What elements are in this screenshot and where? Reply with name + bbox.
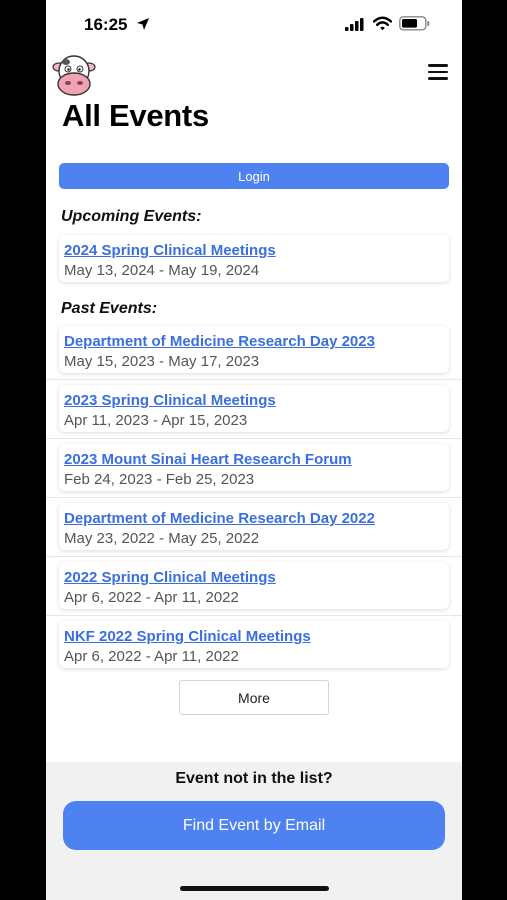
event-dates: Apr 6, 2022 - Apr 11, 2022 (64, 589, 239, 606)
upcoming-events-heading: Upcoming Events: (61, 208, 202, 225)
wifi-icon (373, 16, 392, 31)
status-bar: 16:25 (46, 0, 462, 50)
event-card-past-0: Department of Medicine Research Day 2023… (59, 326, 449, 373)
status-time: 16:25 (84, 15, 128, 34)
list-separator (46, 615, 462, 616)
cellular-signal-icon (345, 18, 364, 31)
event-link[interactable]: NKF 2022 Spring Clinical Meetings (64, 628, 311, 645)
event-card-past-5: NKF 2022 Spring Clinical Meetings Apr 6,… (59, 621, 449, 668)
event-dates: May 15, 2023 - May 17, 2023 (64, 353, 260, 370)
login-button[interactable]: Login (59, 163, 449, 189)
event-link[interactable]: 2023 Mount Sinai Heart Research Forum (64, 451, 352, 468)
event-dates: Feb 24, 2023 - Feb 25, 2023 (64, 471, 255, 488)
location-arrow-icon (137, 18, 149, 30)
event-link[interactable]: 2022 Spring Clinical Meetings (64, 569, 276, 586)
event-link[interactable]: Department of Medicine Research Day 2023 (64, 333, 375, 350)
list-separator (46, 556, 462, 557)
event-card-past-1: 2023 Spring Clinical Meetings Apr 11, 20… (59, 385, 449, 432)
more-button[interactable]: More (179, 680, 329, 715)
list-separator (46, 497, 462, 498)
list-separator (46, 379, 462, 380)
footer-panel: Event not in the list? Find Event by Ema… (46, 762, 462, 900)
list-separator (46, 438, 462, 439)
home-indicator[interactable] (180, 886, 329, 891)
find-event-by-email-button[interactable]: Find Event by Email (63, 801, 445, 850)
footer-question: Event not in the list? (175, 770, 333, 787)
event-link[interactable]: 2023 Spring Clinical Meetings (64, 392, 276, 409)
event-dates: May 13, 2024 - May 19, 2024 (64, 262, 260, 279)
hamburger-menu-icon[interactable] (428, 64, 448, 80)
app-screen: 16:25 All Events Login Upcoming Events: … (46, 0, 462, 900)
event-card-past-3: Department of Medicine Research Day 2022… (59, 503, 449, 550)
event-dates: Apr 11, 2023 - Apr 15, 2023 (64, 412, 248, 429)
event-dates: May 23, 2022 - May 25, 2022 (64, 530, 260, 547)
event-link[interactable]: Department of Medicine Research Day 2022 (64, 510, 375, 527)
event-card-past-2: 2023 Mount Sinai Heart Research Forum Fe… (59, 444, 449, 491)
event-dates: Apr 6, 2022 - Apr 11, 2022 (64, 648, 239, 665)
event-card-past-4: 2022 Spring Clinical Meetings Apr 6, 202… (59, 562, 449, 609)
event-link[interactable]: 2024 Spring Clinical Meetings (64, 242, 276, 259)
cow-logo-icon (52, 55, 96, 96)
past-events-heading: Past Events: (61, 300, 158, 317)
battery-icon (399, 16, 430, 31)
page-title: All Events (62, 98, 209, 133)
event-card-upcoming-0: 2024 Spring Clinical Meetings May 13, 20… (59, 235, 449, 282)
